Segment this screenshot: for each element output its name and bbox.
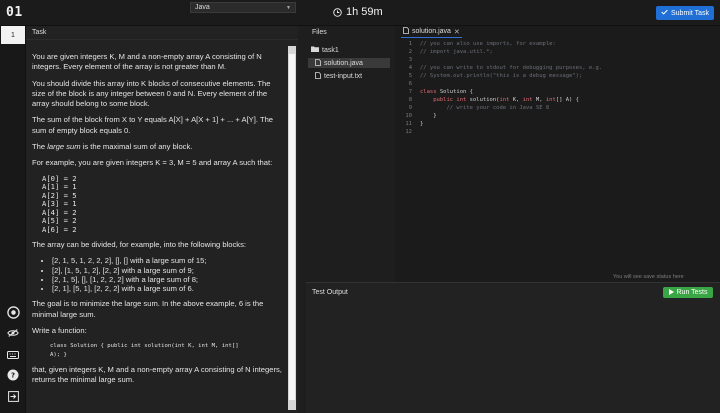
code-line: class Solution { [420,89,473,95]
file-test-input[interactable]: test-input.txt [315,71,362,81]
function-signature: class Solution { public int solution(int… [50,343,239,358]
code-line: } [420,121,424,127]
description-paragraph: The array can be divided, for example, i… [32,240,247,250]
line-number: 6 [408,81,412,87]
file-label: test-input.txt [324,72,363,80]
line-number: 8 [408,97,412,103]
list-item: [2, 1, 5, 1, 2, 2, 2], [], [] with a lar… [52,256,285,265]
code-line: // write your code in Java SE 8 [420,105,550,111]
test-output-panel: Test Output Run Tests [306,282,720,413]
line-number: 4 [408,65,412,71]
code-line: public int solution(int K, int M, int[] … [420,97,579,103]
description-paragraph: The large sum is the maximal sum of any … [32,142,193,152]
language-value: Java [195,4,210,11]
task-title: Task [32,29,47,36]
code-line: // you can also use imports, for example… [420,41,556,47]
play-icon [668,288,674,297]
description-scrollbar[interactable] [288,46,296,410]
line-gutter: 1 2 3 4 5 6 7 8 9 10 11 12 [395,40,415,282]
tab-solution-java[interactable]: solution.java ✕ [401,26,462,38]
close-icon[interactable]: ✕ [454,28,460,36]
check-icon [661,9,668,17]
code-line: // you can write to stdout for debugging… [420,65,603,71]
line-number: 5 [408,73,412,79]
task-description: You are given integers K, M and a non-em… [32,52,285,412]
line-number: 12 [405,129,412,135]
language-select[interactable]: Java ▼ [190,2,296,13]
description-paragraph: For example, you are given integers K = … [32,158,273,168]
line-number: 3 [408,57,412,63]
code-line: } [420,113,437,119]
clock-icon [333,7,342,17]
file-solution-java[interactable]: solution.java [308,58,390,68]
logout-icon[interactable] [6,389,20,403]
file-icon [315,58,321,68]
line-number: 2 [408,49,412,55]
help-icon[interactable]: ? [6,368,20,382]
array-example: A[0] = 2 A[1] = 1 A[2] = 5 A[3] = 1 A[4]… [42,173,77,234]
blocks-list: [2, 1, 5, 1, 2, 2, 2], [], [] with a lar… [52,256,285,293]
timer-text: 1h 59m [346,6,383,18]
code-editor[interactable]: solution.java ✕ 1 2 3 4 5 6 7 8 9 10 11 … [395,26,720,282]
line-number: 7 [408,89,412,95]
file-label: solution.java [324,59,363,67]
submit-task-label: Submit Task [671,9,709,17]
timer: 1h 59m [333,6,383,18]
description-paragraph: The goal is to minimize the large sum. I… [32,299,264,319]
list-item: [2], [1, 5, 1, 2], [2, 2] with a large s… [52,266,285,275]
task-panel-header: Task [26,26,298,40]
line-number: 11 [405,121,412,127]
save-status: You will see save status here [613,274,684,280]
files-panel: Files task1 solution.java test-input.txt [306,26,394,282]
description-paragraph: Write a function: [32,325,87,335]
description-paragraph: that, given integers K, M and a non-empt… [32,364,282,385]
top-bar: 01 1h 59m Submit Task [0,0,720,26]
run-tests-label: Run Tests [676,289,708,296]
task-panel: Task You are given integers K, M and a n… [26,26,298,413]
tab-label: solution.java [412,28,451,35]
test-output-title: Test Output [312,289,348,296]
description-paragraph: You are given integers K, M and a non-em… [32,52,262,72]
list-item: [2, 1, 5], [], [1, 2, 2, 2] with a large… [52,275,285,284]
description-paragraph: You should divide this array into K bloc… [32,78,271,109]
scrollbar-thumb[interactable] [289,54,295,400]
line-number: 10 [405,113,412,119]
description-paragraph: The sum of the block from X to Y equals … [32,115,274,135]
keyboard-icon[interactable] [6,347,20,361]
line-number: 9 [408,105,412,111]
code-line: // System.out.println("this is a debug m… [420,73,583,79]
code-line: // import java.util.*; [420,49,493,55]
line-number: 1 [408,41,412,47]
folder-icon [311,46,319,54]
gear-icon[interactable] [6,305,20,319]
svg-text:?: ? [11,372,15,380]
list-item: [2, 1], [5, 1], [2, 2, 2] with a large s… [52,284,285,293]
left-rail: 1 ? [0,26,26,413]
eye-off-icon[interactable] [6,326,20,340]
folder-label: task1 [322,46,339,54]
caret-down-icon: ▼ [286,5,291,11]
submit-task-button[interactable]: Submit Task [656,6,714,20]
run-tests-button[interactable]: Run Tests [663,287,713,298]
folder-task1[interactable]: task1 [311,45,339,55]
task-number-tab[interactable]: 1 [1,26,25,44]
file-icon [403,27,409,36]
file-icon [315,71,321,81]
files-title: Files [312,29,327,36]
emphasis: large sum [47,142,81,152]
logo: 01 [6,5,23,20]
